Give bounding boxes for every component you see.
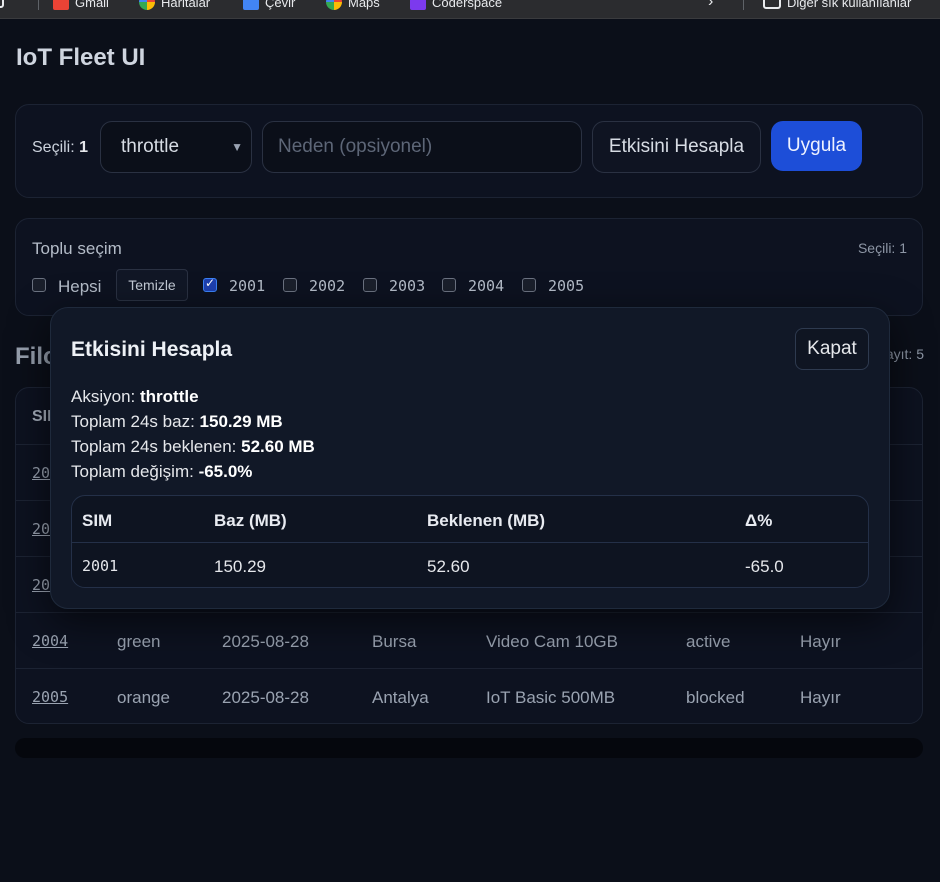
sim-checkbox-label: 2001: [229, 277, 266, 295]
table-cell-sim: 2001: [82, 557, 119, 575]
chevron-right-icon[interactable]: ›: [708, 0, 713, 11]
bulk-selected-count: Seçili: 1: [857, 240, 907, 256]
sim-checkbox-2005[interactable]: [522, 278, 536, 292]
table-cell-plan: IoT Basic 500MB: [486, 688, 616, 707]
sim-link[interactable]: 2005: [32, 688, 68, 706]
translate-icon: [243, 0, 259, 10]
bookmark-gmail[interactable]: Gmail: [53, 0, 109, 11]
table-cell-expected: 52.60: [427, 557, 470, 576]
impact-table: SIM Baz (MB) Beklenen (MB) Δ% 2001 150.2…: [71, 495, 869, 588]
sim-checkbox-2003[interactable]: [363, 278, 377, 292]
table-cell-delta: -65.0: [745, 557, 784, 576]
table-cell-date: 2025-08-28: [222, 632, 309, 651]
column-header-sim: SIM: [82, 511, 113, 530]
simulate-impact-button[interactable]: Etkisini Hesapla: [592, 121, 761, 173]
column-header-expected: Beklenen (MB): [427, 511, 546, 530]
action-bar: Seçili: 1 throttle ▼ Neden (opsiyonel) E…: [15, 104, 923, 198]
sim-checkbox-2001[interactable]: [203, 276, 217, 292]
impact-modal: Etkisini Hesapla Kapat Aksiyon: throttle…: [50, 307, 890, 609]
select-all-checkbox[interactable]: [32, 278, 46, 292]
select-all-label: Hepsi: [58, 277, 102, 296]
close-button[interactable]: Kapat: [795, 328, 869, 370]
table-cell-status: green: [117, 632, 161, 651]
summary-change: Toplam değişim: -65.0%: [71, 462, 253, 481]
gmail-icon: [53, 0, 69, 10]
bookmark-coderspace[interactable]: Coderspace: [410, 0, 502, 11]
maps-icon: [326, 0, 342, 10]
reason-input[interactable]: Neden (opsiyonel): [262, 121, 582, 173]
coderspace-icon: [410, 0, 426, 10]
selected-count-label: Seçili: 1: [32, 139, 89, 156]
table-cell-date: 2025-08-28: [222, 688, 309, 707]
sim-checkbox-2004[interactable]: [442, 278, 456, 292]
sim-checkbox-label: 2003: [389, 277, 426, 295]
horizontal-scrollbar[interactable]: [15, 738, 923, 758]
page-title: IoT Fleet UI: [16, 44, 146, 71]
bookmarks-bar: Gmail Haritalar Çevir Maps Coderspace › …: [0, 0, 940, 19]
table-cell-city: Bursa: [372, 632, 417, 651]
bulk-selection-title: Toplu seçim: [32, 239, 122, 258]
table-cell-flag: Hayır: [800, 632, 841, 651]
bookmark-maps[interactable]: Maps: [326, 0, 380, 11]
folder-icon: [763, 0, 781, 9]
bookmark-cevir[interactable]: Çevir: [243, 0, 295, 11]
table-cell-state: active: [686, 632, 731, 651]
action-select[interactable]: throttle ▼: [100, 121, 252, 173]
summary-action: Aksiyon: throttle: [71, 387, 199, 406]
sim-checkbox-2002[interactable]: [283, 278, 297, 292]
fleet-record-count: ayıt: 5: [885, 346, 924, 362]
column-header-delta: Δ%: [745, 511, 773, 530]
clear-selection-button[interactable]: Temizle: [116, 269, 188, 301]
apply-button[interactable]: Uygula: [771, 121, 862, 171]
sim-checkbox-label: 2002: [309, 277, 346, 295]
table-cell-city: Antalya: [372, 688, 429, 707]
sim-checkbox-label: 2005: [548, 277, 585, 295]
maps-icon: [139, 0, 155, 10]
bookmark-haritalar[interactable]: Haritalar: [139, 0, 210, 11]
table-cell-flag: Hayır: [800, 688, 841, 707]
summary-expected-total: Toplam 24s beklenen: 52.60 MB: [71, 437, 315, 456]
bulk-selection-panel: Toplu seçim Seçili: 1 Hepsi Temizle 2001…: [15, 218, 923, 316]
table-cell-base: 150.29: [214, 557, 266, 576]
sim-link[interactable]: 2004: [32, 632, 68, 650]
table-cell-status: orange: [117, 688, 170, 707]
bookmark-other-folder[interactable]: Diğer sık kullanılanlar: [763, 0, 911, 11]
table-cell-state: blocked: [686, 688, 745, 707]
summary-base-total: Toplam 24s baz: 150.29 MB: [71, 412, 283, 431]
apps-icon[interactable]: [0, 0, 4, 11]
table-cell-plan: Video Cam 10GB: [486, 632, 618, 651]
modal-title: Etkisini Hesapla: [71, 338, 233, 361]
impact-summary: Aksiyon: throttle Toplam 24s baz: 150.29…: [71, 384, 315, 484]
chevron-down-icon: ▼: [231, 140, 243, 154]
column-header-base: Baz (MB): [214, 511, 287, 530]
sim-checkbox-label: 2004: [468, 277, 505, 295]
